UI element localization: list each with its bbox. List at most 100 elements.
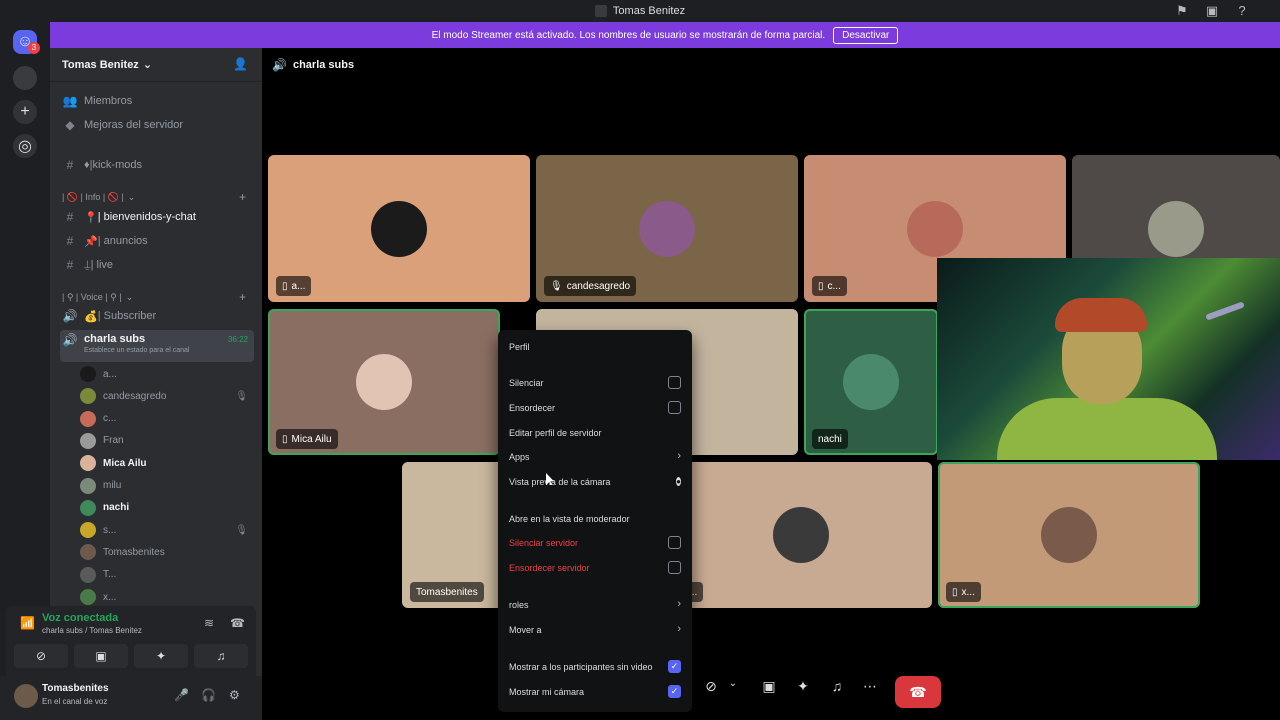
speaker-icon: 🔊 <box>62 309 78 323</box>
voice-member[interactable]: T... <box>80 565 254 585</box>
menu-item-camera-preview[interactable]: Vista previa de la cámara ● <box>509 471 681 493</box>
menu-item-show-my-camera[interactable]: Mostrar mi cámara ✓ <box>509 681 681 703</box>
member-name: c... <box>103 413 117 425</box>
voice-member[interactable]: c... <box>80 409 254 429</box>
voice-channel-path[interactable]: charla subs / Tomas Benitez <box>42 626 142 635</box>
avatar <box>371 200 427 257</box>
participant-tile[interactable]: T... <box>670 462 932 608</box>
participant-tile[interactable]: ▯ x... <box>938 462 1200 608</box>
category-voice[interactable]: | ⚲ | Voice | ⚲ | ⌄ + <box>62 290 252 304</box>
server-header[interactable]: Tomas Benitez ⌄ 👤 <box>50 48 262 82</box>
server-deafen-checkbox[interactable] <box>668 561 681 574</box>
signal-icon[interactable]: 📶 <box>20 616 35 630</box>
settings-gear-icon[interactable]: ⚙ <box>229 688 240 702</box>
participant-label: ▯ c... <box>812 276 847 296</box>
add-server-icon[interactable]: + <box>13 100 37 124</box>
chevron-down-icon[interactable]: ⌄ <box>726 678 740 689</box>
voice-member[interactable]: Fran <box>80 431 254 451</box>
stage-header: 🔊 charla subs <box>272 58 354 72</box>
channel-label: | anuncios <box>97 235 148 247</box>
menu-item-server-mute[interactable]: Silenciar servidor <box>509 532 681 554</box>
screen-share-icon[interactable]: ▣ <box>1204 3 1220 19</box>
voice-member[interactable]: s... 🎙 <box>80 520 254 540</box>
menu-label: Mostrar mi cámara <box>509 687 585 697</box>
menu-item-show-non-video[interactable]: Mostrar a los participantes sin video ✓ <box>509 656 681 678</box>
disable-streamer-button[interactable]: Desactivar <box>833 26 899 44</box>
inbox-flag-icon[interactable]: ⚑ <box>1174 3 1190 19</box>
menu-label: Silenciar servidor <box>509 538 579 548</box>
menu-item-deafen[interactable]: Ensordecer <box>509 397 681 419</box>
server-mute-checkbox[interactable] <box>668 536 681 549</box>
participant-name: nachi <box>818 433 842 445</box>
voice-status[interactable]: Voz conectada <box>42 612 118 624</box>
pin-icon: 📍 <box>84 211 98 224</box>
channel-status-hint[interactable]: Establece un estado para el canal <box>84 347 189 354</box>
deafen-checkbox[interactable] <box>668 401 681 414</box>
discover-icon[interactable]: ◎ <box>13 134 37 158</box>
soundboard-button[interactable]: ♫ <box>194 644 248 668</box>
voice-member[interactable]: milu <box>80 476 254 496</box>
menu-item-server-deafen[interactable]: Ensordecer servidor <box>509 557 681 579</box>
voice-member[interactable]: nachi <box>80 498 254 518</box>
mute-checkbox[interactable] <box>668 376 681 389</box>
voice-member[interactable]: a... <box>80 364 254 384</box>
voice-member[interactable]: Mica Ailu <box>80 453 254 473</box>
chevron-down-icon: ⌄ <box>142 59 153 71</box>
menu-item-moderator-view[interactable]: Abre en la vista de moderador <box>509 508 681 530</box>
voice-connected-panel: 📶 Voz conectada charla subs / Tomas Beni… <box>6 606 256 678</box>
add-channel-icon[interactable]: + <box>239 290 246 304</box>
add-channel-icon[interactable]: + <box>239 190 246 204</box>
channel-live[interactable]: # ⍊ | live <box>60 254 254 276</box>
avatar[interactable] <box>14 684 38 708</box>
channel-label: | bienvenidos-y-chat <box>97 211 196 223</box>
voice-member[interactable]: Tomasbenites <box>80 542 254 562</box>
server-avatar-icon[interactable] <box>13 66 37 90</box>
camera-off-control[interactable]: ⊘ <box>700 678 722 695</box>
channel-kick-mods[interactable]: # ♦|kick-mods <box>60 154 254 176</box>
avatar <box>773 507 829 563</box>
headphones-icon[interactable]: 🎧 <box>201 688 216 702</box>
show-non-video-checkbox[interactable]: ✓ <box>668 660 681 673</box>
more-options-icon[interactable]: ⋯ <box>859 678 881 695</box>
menu-label: Abre en la vista de moderador <box>509 514 630 524</box>
participant-tile[interactable]: nachi <box>804 309 938 455</box>
disconnect-button[interactable]: ☎ <box>895 676 941 708</box>
category-info[interactable]: | 🚫 | Info | 🚫 | ⌄ + <box>62 190 252 204</box>
activities-control[interactable]: ✦ <box>792 678 814 695</box>
participant-label: nachi <box>812 429 848 449</box>
username[interactable]: Tomasbenites <box>42 683 109 694</box>
share-screen-button[interactable]: ▣ <box>74 644 128 668</box>
voice-channel-charla-subs[interactable]: 🔊 charla subs Establece un estado para e… <box>60 330 254 362</box>
show-my-camera-checkbox[interactable]: ✓ <box>668 685 681 698</box>
avatar <box>80 410 96 427</box>
share-screen-control[interactable]: ▣ <box>758 678 780 695</box>
activities-button[interactable]: ✦ <box>134 644 188 668</box>
hashtag-icon: # <box>66 258 74 272</box>
invite-people-icon[interactable]: 👤 <box>233 57 248 71</box>
participant-tile[interactable]: ▯ Mica Ailu <box>268 309 500 455</box>
voice-member[interactable]: candesagredo 🎙 <box>80 386 254 406</box>
menu-item-apps[interactable]: Apps › <box>509 446 681 468</box>
menu-item-edit-server-profile[interactable]: Editar perfil de servidor <box>509 422 681 444</box>
phone-icon: ▯ <box>818 280 824 292</box>
channel-bienvenidos[interactable]: # 📍 | bienvenidos-y-chat <box>60 206 254 228</box>
sidebar-item-members[interactable]: 👥 Miembros <box>60 90 254 112</box>
menu-item-move-to[interactable]: Mover a › <box>509 619 681 641</box>
channel-anuncios[interactable]: # 📌 | anuncios <box>60 230 254 252</box>
noise-suppression-icon[interactable]: ≋ <box>204 616 214 630</box>
menu-item-roles[interactable]: roles › <box>509 594 681 616</box>
avatar <box>80 455 96 472</box>
voice-channel-subscriber[interactable]: 🔊 💰 | Subscriber <box>60 305 254 327</box>
menu-item-profile[interactable]: Perfil <box>509 336 681 358</box>
soundboard-control[interactable]: ♫ <box>826 678 848 694</box>
channel-label: charla subs <box>84 333 146 345</box>
help-icon[interactable]: ? <box>1234 3 1250 19</box>
camera-off-button[interactable]: ⊘ <box>14 644 68 668</box>
participant-tile[interactable]: 🎙 candesagredo <box>536 155 798 302</box>
microphone-icon[interactable]: 🎤 <box>174 688 189 702</box>
sidebar-item-boosts[interactable]: ◆ Mejoras del servidor <box>60 114 254 136</box>
voice-member[interactable]: x... <box>80 587 254 607</box>
menu-item-mute[interactable]: Silenciar <box>509 372 681 394</box>
participant-tile[interactable]: ▯ a... <box>268 155 530 302</box>
disconnect-icon[interactable]: ☎ <box>230 616 245 630</box>
